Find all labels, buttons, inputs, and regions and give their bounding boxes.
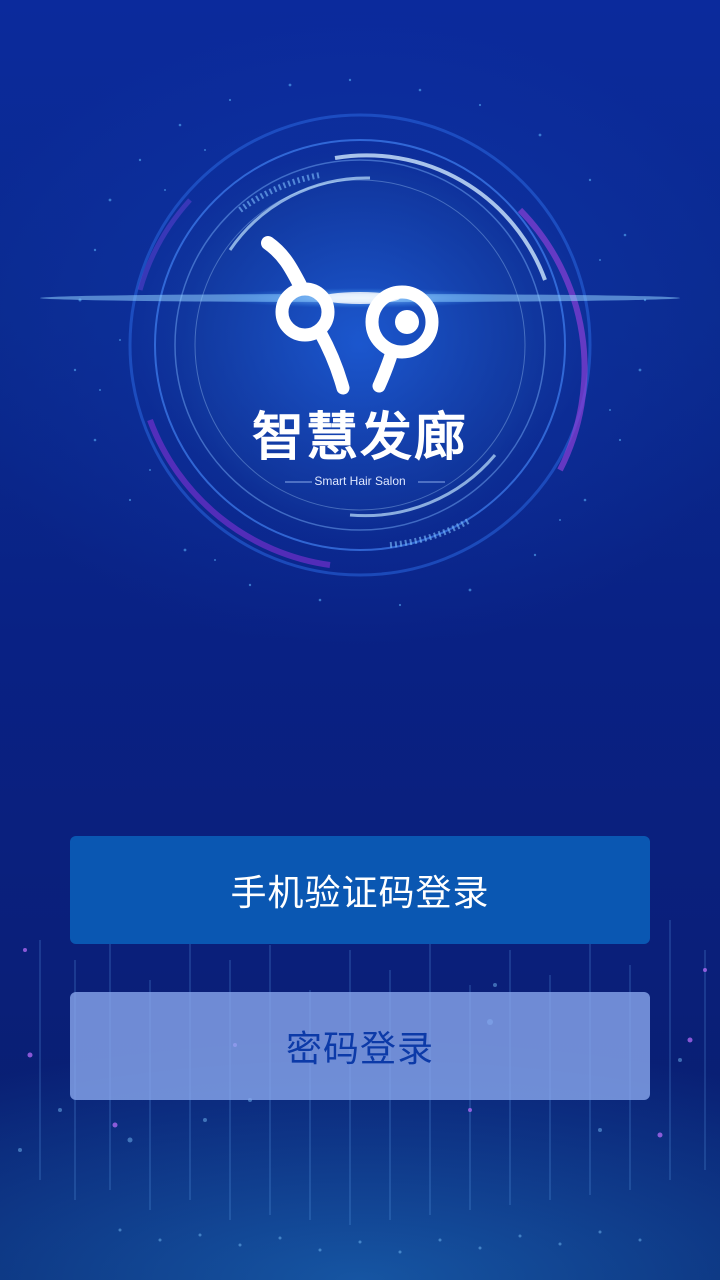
password-login-button[interactable]: 密码登录 (70, 992, 650, 1100)
password-login-label: 密码登录 (285, 1029, 434, 1070)
logo-disc (150, 135, 570, 555)
sms-code-login-label: 手机验证码登录 (230, 873, 490, 914)
sms-code-login-button[interactable]: 手机验证码登录 (70, 836, 650, 944)
app-title: 智慧发廊 (251, 408, 468, 468)
app-subtitle: Smart Hair Salon (314, 474, 406, 488)
login-screen: 智慧发廊 Smart Hair Salon 手机验证码登录 密码登录 (0, 0, 720, 1280)
